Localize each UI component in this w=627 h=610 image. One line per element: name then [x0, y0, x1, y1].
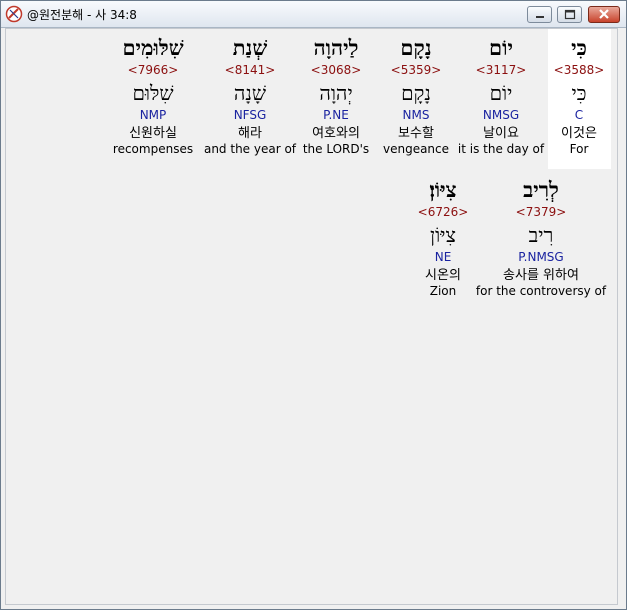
window-title: @원전분해 - 사 34:8: [27, 8, 137, 22]
analysis-panel[interactable]: כִּי <3588> כִּי C 이것은 For יוֹם <3117> י…: [5, 28, 618, 605]
app-logo-icon[interactable]: [5, 5, 23, 23]
lexical-form: שָׁנָה: [233, 81, 267, 105]
strong-number[interactable]: <6726>: [391, 205, 495, 220]
strong-number[interactable]: <7966>: [101, 63, 205, 78]
close-icon: [599, 9, 609, 19]
hebrew-word: צִיּוֹן׃: [429, 177, 457, 202]
morphology-code: NFSG: [233, 108, 267, 122]
word-block[interactable]: צִיּוֹן׃ <6726> צִיּוֹן NE 시온의 Zion: [391, 177, 495, 299]
close-button[interactable]: [588, 6, 620, 23]
maximize-button[interactable]: [557, 6, 582, 23]
morphology-code: NE: [434, 250, 452, 264]
english-gloss: and the year of: [203, 142, 297, 156]
english-gloss: recompenses: [112, 142, 194, 156]
strong-number[interactable]: <8141>: [198, 63, 302, 78]
korean-gloss: 신원하실: [129, 126, 177, 141]
minimize-icon: [536, 16, 544, 18]
minimize-button[interactable]: [527, 6, 552, 23]
word-block[interactable]: שְׁנַת <8141> שָׁנָה NFSG 해라 and the yea…: [198, 35, 302, 157]
morphology-code: NMP: [139, 108, 167, 122]
lexical-form: שִׁלּוּם: [132, 81, 174, 105]
hebrew-word: שִׁלּוּמִים: [122, 35, 184, 60]
title-bar[interactable]: @원전분해 - 사 34:8: [1, 1, 626, 28]
hebrew-word: שְׁנַת: [232, 35, 268, 60]
lexical-form: צִיּוֹן: [430, 223, 456, 247]
maximize-icon: [564, 9, 576, 20]
korean-gloss: 해라: [238, 126, 262, 141]
app-window: @원전분해 - 사 34:8 כִּי <3588> כִּי C 이것은 Fo…: [0, 0, 627, 610]
english-gloss: Zion: [429, 284, 457, 298]
korean-gloss: 시온의: [425, 268, 461, 283]
word-block[interactable]: שִׁלּוּמִים <7966> שִׁלּוּם NMP 신원하실 rec…: [101, 35, 205, 157]
